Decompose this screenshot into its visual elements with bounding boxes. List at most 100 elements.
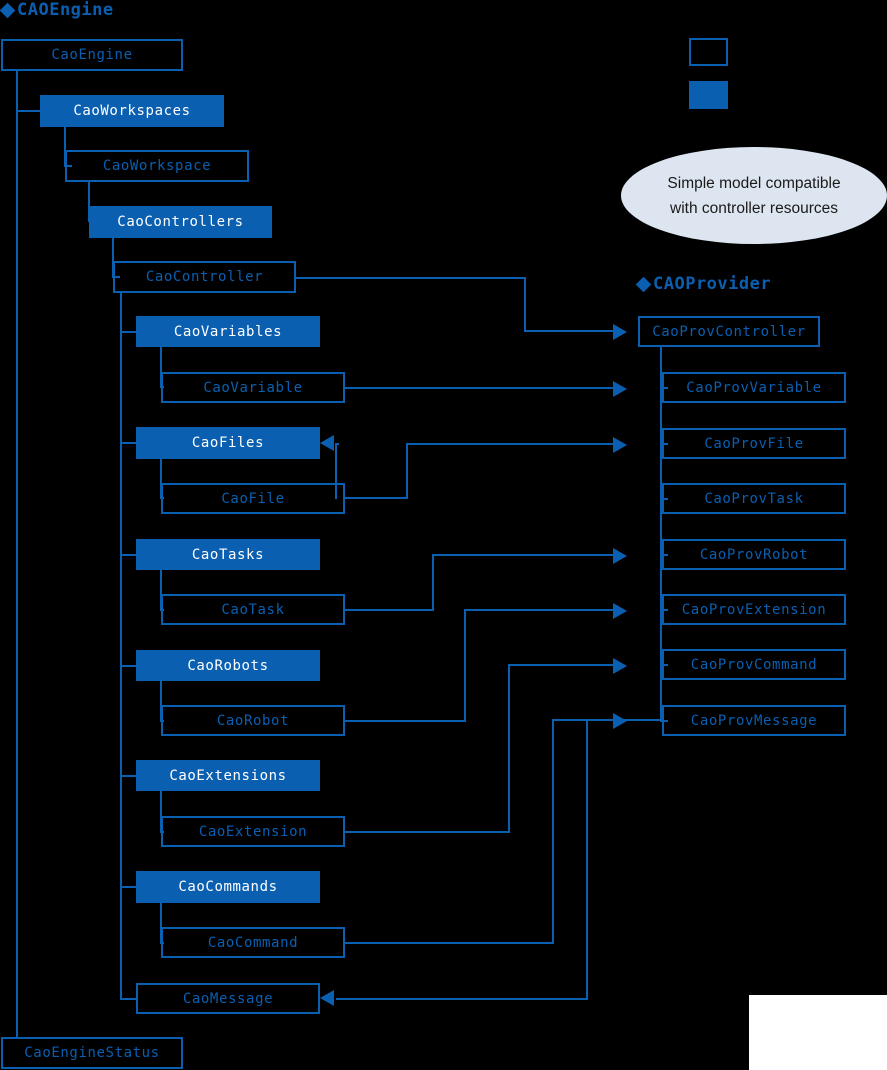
node-label: CaoTasks (191, 546, 265, 563)
node-cao-prov-robot[interactable]: CaoProvRobot (662, 539, 846, 570)
link-controller-v (524, 277, 526, 331)
connector-engine-to-workspaces (16, 110, 40, 112)
heading-cao-engine: CAOEngine (0, 0, 114, 20)
callout-line-2: with controller resources (670, 199, 838, 217)
node-label: CaoMessage (182, 990, 274, 1007)
link-file-h-stub (344, 497, 408, 499)
node-label: CaoProvCommand (690, 656, 818, 673)
heading-cao-provider: CAOProvider (635, 274, 772, 294)
node-cao-variable[interactable]: CaoVariable (161, 372, 345, 403)
node-label: CaoProvFile (704, 435, 804, 452)
link-task-v (432, 554, 434, 611)
node-label: CaoProvController (652, 323, 806, 340)
node-cao-robot[interactable]: CaoRobot (161, 705, 345, 736)
node-label: CaoController (145, 269, 264, 285)
arrow-to-prov-variable (613, 381, 627, 397)
heading-cao-engine-label: CAOEngine (17, 0, 114, 20)
node-label: CaoCommand (207, 934, 299, 951)
link-robot-h1 (344, 720, 466, 722)
arrow-to-prov-robot (613, 603, 627, 619)
arrow-to-prov-controller (613, 324, 627, 340)
node-label: CaoProvExtension (681, 601, 827, 618)
link-prov-message-h1 (586, 719, 661, 721)
node-label: CaoVariables (173, 323, 283, 340)
node-label: CaoRobots (187, 657, 269, 674)
node-cao-controller[interactable]: CaoController (113, 261, 296, 293)
node-label: CaoVariable (203, 379, 303, 396)
link-robot-v (464, 609, 466, 722)
link-extension-v (508, 664, 510, 833)
link-file-h2 (406, 443, 617, 445)
node-cao-prov-extension[interactable]: CaoProvExtension (662, 594, 846, 625)
bottom-right-white-block (749, 995, 887, 1070)
link-controller-h1 (295, 277, 526, 279)
node-label: CaoControllers (117, 214, 244, 230)
node-cao-prov-controller[interactable]: CaoProvController (638, 316, 820, 347)
node-label: CaoCommands (178, 879, 278, 895)
link-command-h1 (344, 942, 554, 944)
link-task-h2 (432, 554, 617, 556)
callout-line-1: Simple model compatible (667, 174, 841, 192)
node-label: CaoProvVariable (686, 379, 822, 396)
node-cao-message[interactable]: CaoMessage (136, 983, 320, 1014)
arrow-to-cao-files (320, 435, 334, 451)
link-extension-h2 (508, 664, 617, 666)
node-cao-prov-message[interactable]: CaoProvMessage (662, 705, 846, 736)
node-cao-file[interactable]: CaoFile (161, 483, 345, 514)
node-cao-variables[interactable]: CaoVariables (136, 316, 320, 347)
node-label: CaoEngineStatus (24, 1045, 160, 1061)
node-label: CaoExtensions (169, 767, 287, 784)
node-label: CaoFiles (191, 435, 265, 451)
node-label: CaoFile (221, 490, 285, 507)
node-label: CaoEngine (51, 47, 133, 63)
link-prov-message-h2 (336, 998, 588, 1000)
node-label: CaoExtension (198, 823, 308, 840)
node-cao-extension[interactable]: CaoExtension (161, 816, 345, 847)
arrow-to-prov-file (613, 437, 627, 453)
node-cao-task[interactable]: CaoTask (161, 594, 345, 625)
node-label: CaoProvMessage (690, 712, 818, 729)
connector-engine-trunk (16, 70, 18, 1038)
connector-controller-trunk (120, 293, 122, 999)
link-variable-h (344, 387, 617, 389)
link-file-v (406, 443, 408, 499)
link-extension-h1 (344, 831, 510, 833)
node-cao-command[interactable]: CaoCommand (161, 927, 345, 958)
node-cao-prov-command[interactable]: CaoProvCommand (662, 649, 846, 680)
link-task-h1 (344, 609, 434, 611)
arrow-to-cao-message (320, 990, 334, 1006)
link-controller-h2 (524, 330, 617, 332)
node-cao-engine-status[interactable]: CaoEngineStatus (1, 1037, 183, 1069)
diagram-canvas: CAOEngine CAOProvider Simple model compa… (0, 0, 887, 1070)
arrow-to-prov-task (613, 548, 627, 564)
link-robot-h2 (464, 609, 617, 611)
node-label: CaoRobot (216, 712, 290, 729)
node-cao-files[interactable]: CaoFiles (136, 427, 320, 459)
node-cao-prov-variable[interactable]: CaoProvVariable (662, 372, 846, 403)
node-label: CaoTask (221, 601, 285, 618)
node-label: CaoProvRobot (699, 546, 809, 563)
arrow-to-prov-command (613, 713, 627, 729)
arrow-to-prov-extension (613, 658, 627, 674)
node-cao-workspaces[interactable]: CaoWorkspaces (40, 95, 224, 127)
node-cao-controllers[interactable]: CaoControllers (89, 206, 272, 238)
node-cao-commands[interactable]: CaoCommands (136, 871, 320, 903)
node-label: CaoProvTask (704, 490, 804, 507)
legend-swatch-filled (689, 81, 728, 109)
node-cao-prov-file[interactable]: CaoProvFile (662, 428, 846, 459)
diamond-bullet-icon (635, 276, 652, 293)
link-prov-message-v (586, 719, 588, 1000)
heading-cao-provider-label: CAOProvider (653, 274, 772, 294)
node-label: CaoWorkspaces (73, 103, 191, 119)
node-cao-engine[interactable]: CaoEngine (1, 39, 183, 71)
node-cao-prov-task[interactable]: CaoProvTask (662, 483, 846, 514)
diamond-bullet-icon (0, 2, 16, 19)
node-cao-workspace[interactable]: CaoWorkspace (65, 150, 249, 182)
node-cao-tasks[interactable]: CaoTasks (136, 539, 320, 570)
link-command-v (552, 719, 554, 944)
node-cao-extensions[interactable]: CaoExtensions (136, 760, 320, 791)
node-cao-robots[interactable]: CaoRobots (136, 650, 320, 681)
callout-bubble: Simple model compatible with controller … (621, 147, 887, 244)
node-label: CaoWorkspace (102, 158, 212, 174)
link-file-back-h (335, 443, 339, 445)
